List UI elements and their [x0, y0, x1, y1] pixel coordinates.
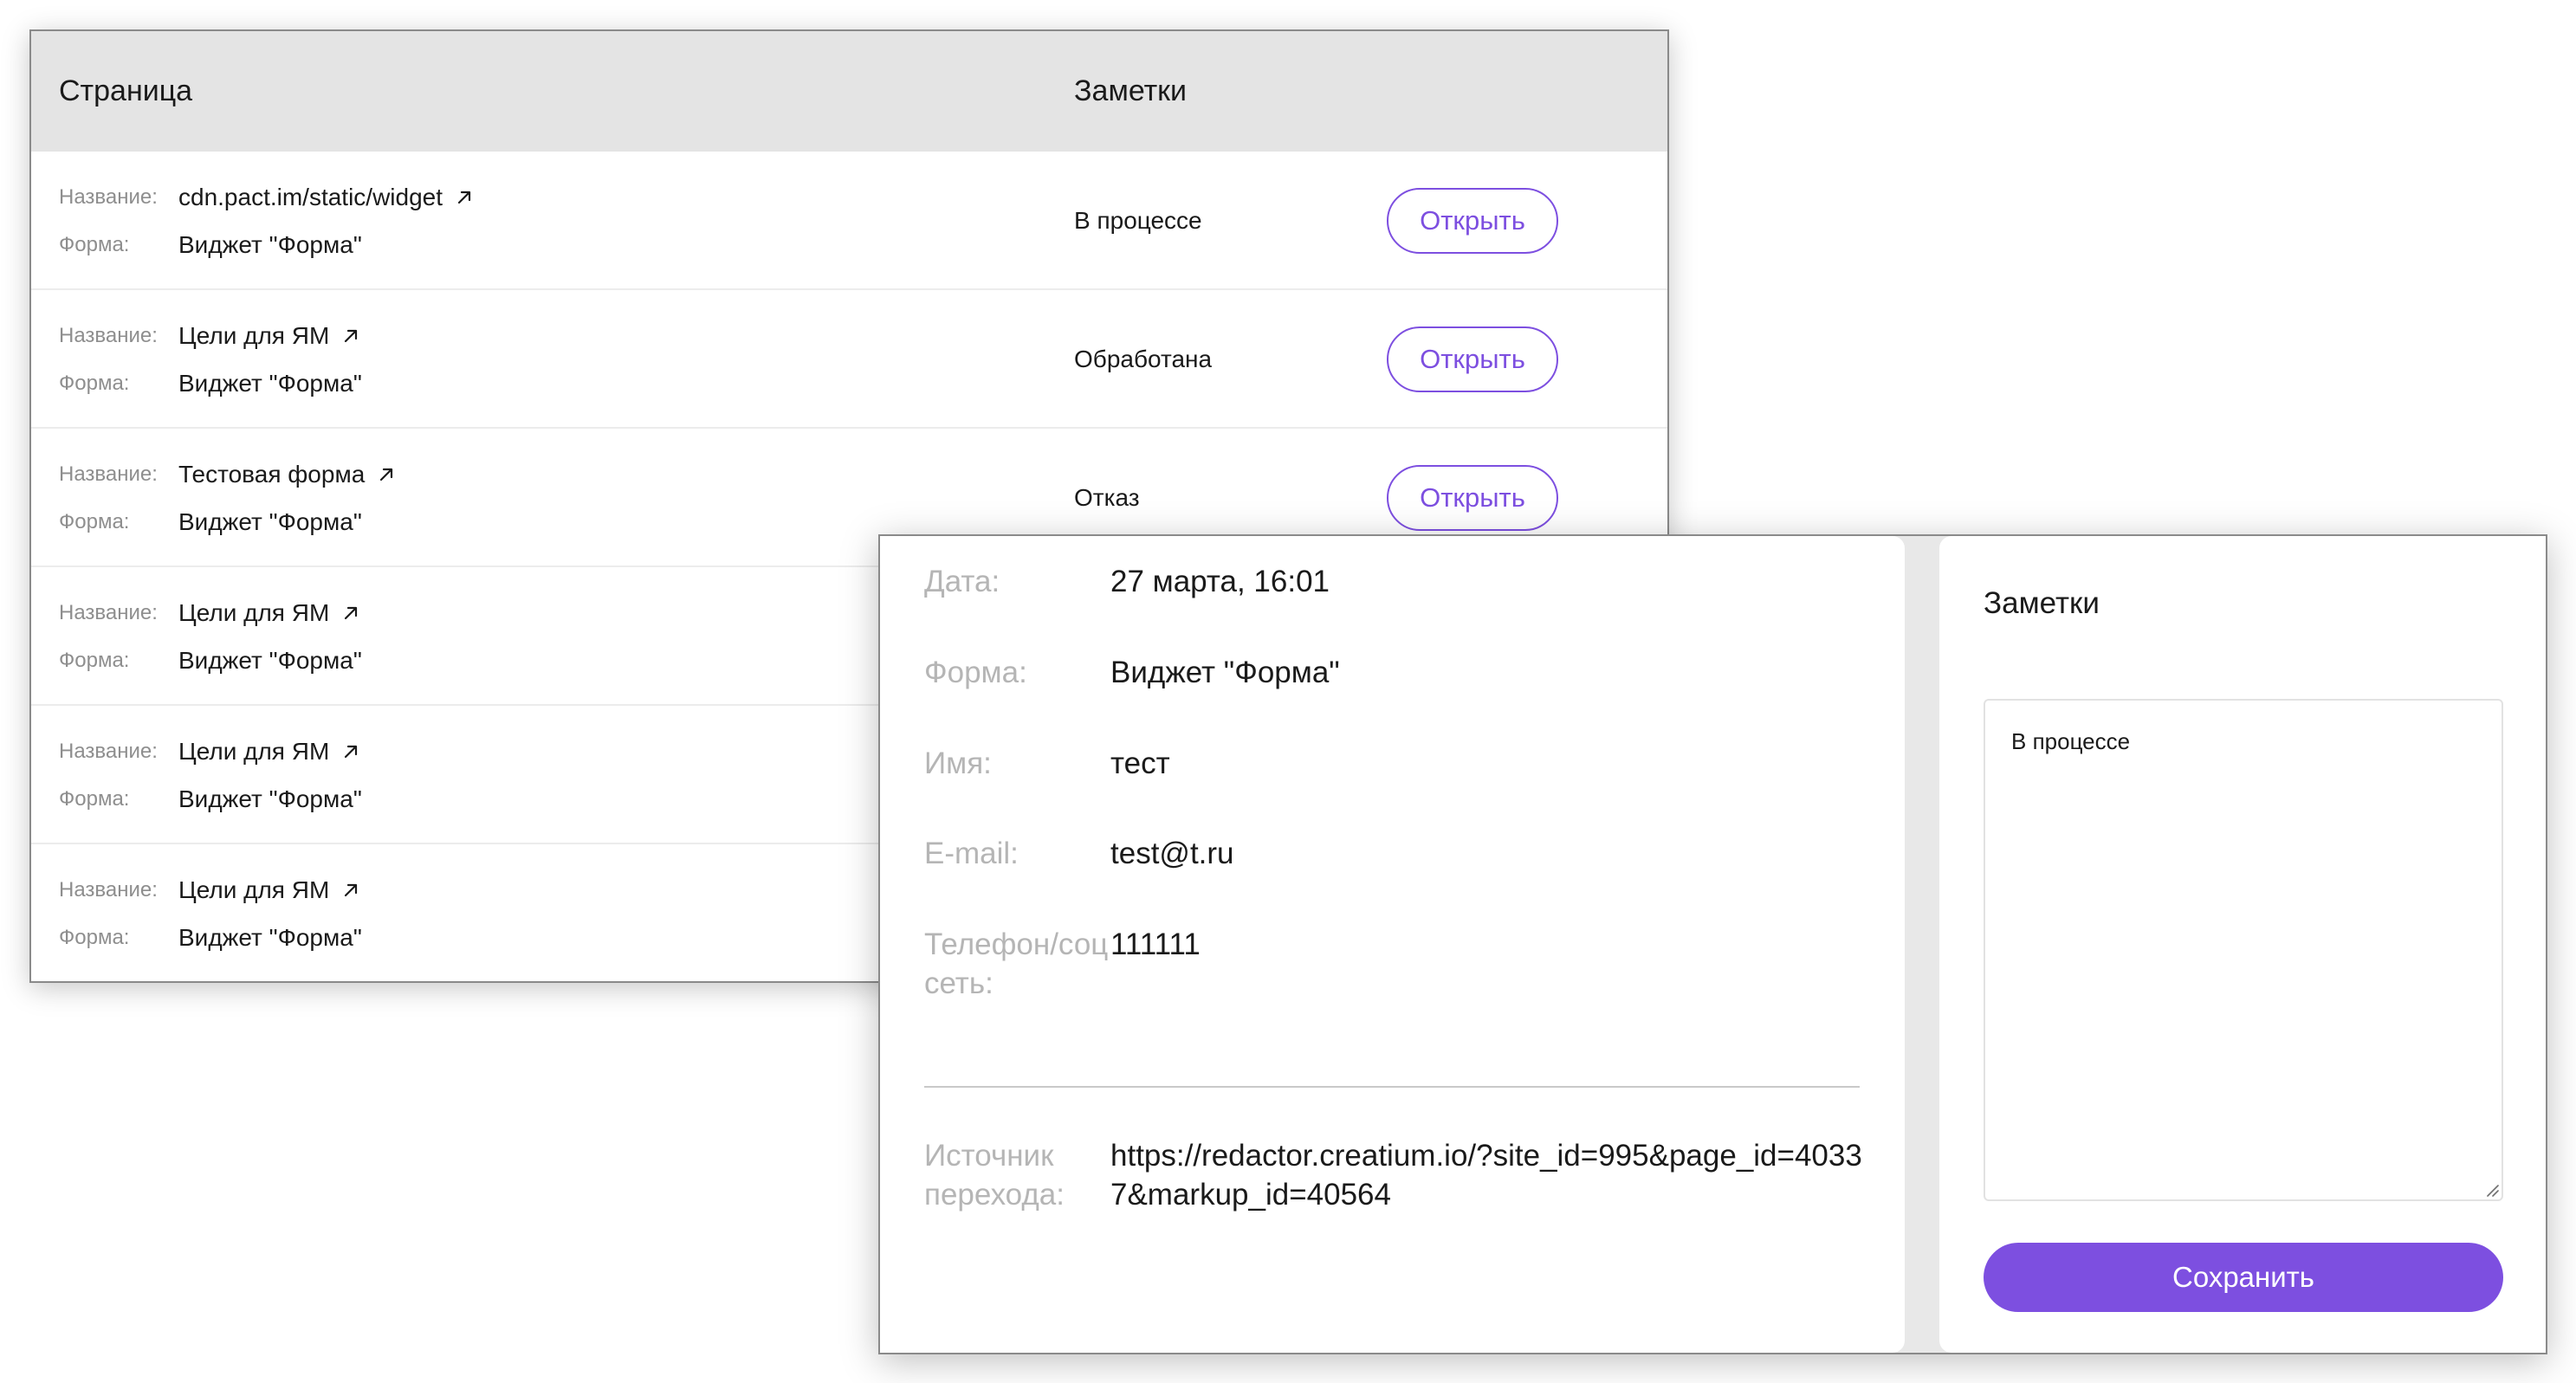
column-header-page: Страница: [59, 74, 193, 107]
form-label: Форма:: [59, 649, 130, 672]
details-divider: [924, 1086, 1860, 1088]
page-name-link[interactable]: Цели для ЯМ: [178, 738, 329, 766]
table-header: Страница Заметки: [31, 31, 1667, 152]
arrow-up-right-icon[interactable]: [341, 326, 360, 346]
field-date: Дата: 27 марта, 16:01: [924, 562, 1330, 601]
row-form-line: Форма: Виджет "Форма": [59, 924, 362, 952]
note-status: В процессе: [1074, 207, 1202, 234]
note-status: Обработана: [1074, 346, 1213, 372]
field-phone-label: Телефон/соцсеть:: [924, 927, 1109, 1000]
notes-textarea[interactable]: [1984, 699, 2503, 1201]
field-source: Источник перехода: https://redactor.crea…: [924, 1136, 1864, 1214]
page-name-link[interactable]: Цели для ЯМ: [178, 322, 329, 350]
form-value: Виджет "Форма": [178, 785, 362, 812]
notes-title: Заметки: [1984, 586, 2100, 620]
form-value: Виджет "Форма": [178, 231, 362, 258]
form-label: Форма:: [59, 787, 130, 811]
field-phone-value: 111111: [1110, 927, 1201, 961]
row-form-line: Форма: Виджет "Форма": [59, 508, 362, 536]
row-name-line: Название: Цели для ЯМ: [59, 322, 360, 350]
row-form-line: Форма: Виджет "Форма": [59, 647, 362, 675]
save-button[interactable]: Сохранить: [1984, 1243, 2503, 1312]
row-name-line: Название: cdn.pact.im/static/widget: [59, 184, 474, 211]
field-date-value: 27 марта, 16:01: [1110, 565, 1330, 598]
open-button[interactable]: Открыть: [1387, 465, 1558, 531]
row-name-line: Название: Цели для ЯМ: [59, 599, 360, 627]
row-form-line: Форма: Виджет "Форма": [59, 231, 362, 259]
open-button[interactable]: Открыть: [1387, 326, 1558, 392]
column-header-notes: Заметки: [1074, 74, 1188, 107]
notes-panel: Заметки Сохранить: [1939, 536, 2546, 1353]
table-row: Название: cdn.pact.im/static/widget Форм…: [31, 152, 1667, 290]
field-name: Имя: тест: [924, 744, 1170, 783]
field-email-value[interactable]: test@t.ru: [1110, 834, 1234, 873]
name-label: Название:: [59, 740, 158, 763]
field-email-label: E-mail:: [924, 837, 1019, 870]
field-date-label: Дата:: [924, 565, 1000, 598]
resize-grip-icon[interactable]: [2483, 1181, 2499, 1197]
field-form-label: Форма:: [924, 656, 1027, 689]
page-name-link[interactable]: Цели для ЯМ: [178, 876, 329, 904]
name-label: Название:: [59, 185, 158, 209]
form-label: Форма:: [59, 233, 130, 256]
open-button[interactable]: Открыть: [1387, 188, 1558, 254]
field-name-label: Имя:: [924, 746, 992, 780]
field-source-label: Источник перехода:: [924, 1139, 1065, 1212]
form-value: Виджет "Форма": [178, 508, 362, 535]
page-name-link[interactable]: Цели для ЯМ: [178, 599, 329, 627]
row-name-line: Название: Тестовая форма: [59, 461, 396, 488]
name-label: Название:: [59, 601, 158, 624]
arrow-up-right-icon[interactable]: [341, 604, 360, 623]
field-name-value: тест: [1110, 746, 1170, 780]
form-label: Форма:: [59, 372, 130, 395]
arrow-up-right-icon[interactable]: [341, 742, 360, 761]
arrow-up-right-icon[interactable]: [341, 881, 360, 900]
arrow-up-right-icon[interactable]: [377, 465, 396, 484]
table-row: Название: Цели для ЯМ Форма: Виджет "Фор…: [31, 290, 1667, 429]
name-label: Название:: [59, 324, 158, 347]
field-source-value[interactable]: https://redactor.creatium.io/?site_id=99…: [1110, 1136, 1864, 1214]
form-value: Виджет "Форма": [178, 647, 362, 674]
page-name-link[interactable]: Тестовая форма: [178, 461, 365, 488]
request-details-panel: Дата: 27 марта, 16:01 Форма: Виджет "Фор…: [880, 536, 1905, 1353]
form-label: Форма:: [59, 510, 130, 533]
form-value: Виджет "Форма": [178, 370, 362, 397]
arrow-up-right-icon[interactable]: [455, 188, 474, 207]
row-name-line: Название: Цели для ЯМ: [59, 738, 360, 766]
page-name-link[interactable]: cdn.pact.im/static/widget: [178, 184, 443, 211]
row-form-line: Форма: Виджет "Форма": [59, 370, 362, 397]
row-form-line: Форма: Виджет "Форма": [59, 785, 362, 813]
name-label: Название:: [59, 878, 158, 902]
form-label: Форма:: [59, 926, 130, 949]
field-email: E-mail: test@t.ru: [924, 834, 1234, 873]
field-form: Форма: Виджет "Форма": [924, 653, 1340, 692]
field-form-value: Виджет "Форма": [1110, 656, 1340, 689]
name-label: Название:: [59, 462, 158, 486]
row-name-line: Название: Цели для ЯМ: [59, 876, 360, 904]
request-detail-modal: Дата: 27 марта, 16:01 Форма: Виджет "Фор…: [878, 534, 2547, 1354]
field-phone: Телефон/соцсеть: 111111: [924, 925, 1201, 1003]
form-value: Виджет "Форма": [178, 924, 362, 951]
